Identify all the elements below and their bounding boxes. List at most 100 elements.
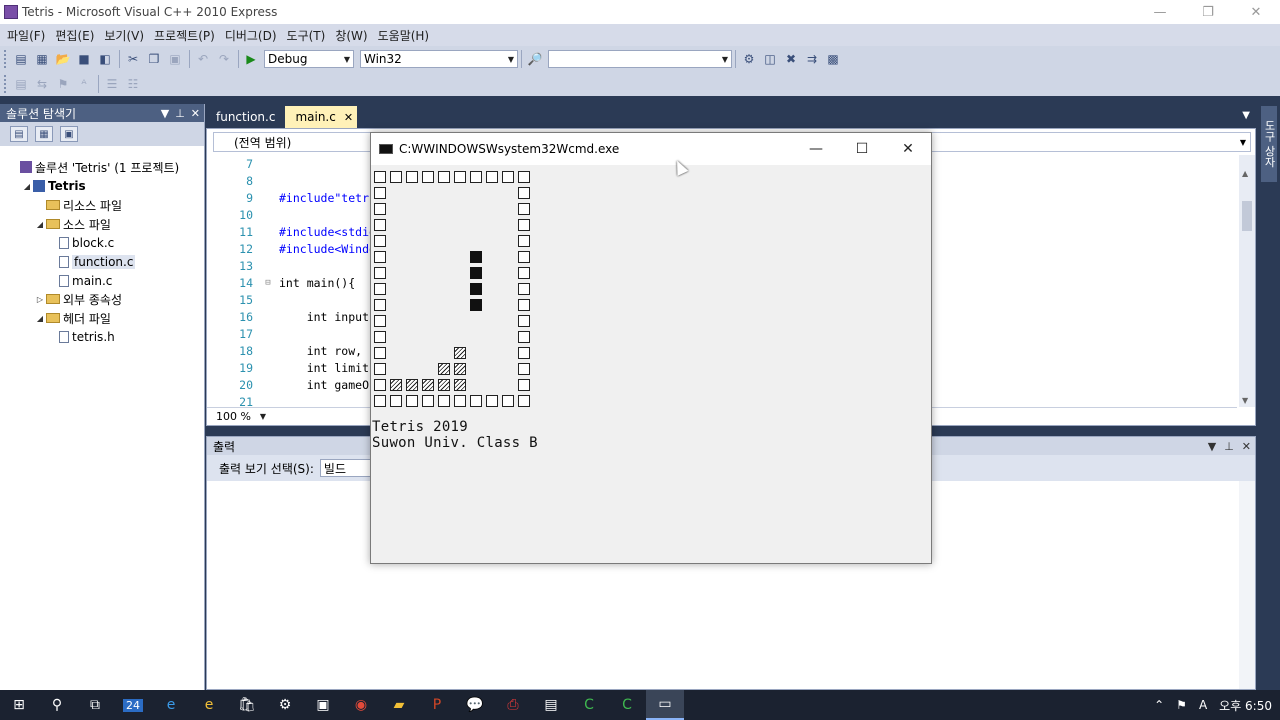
console-maximize-button[interactable]: ☐ — [839, 133, 885, 165]
find-combo[interactable]: ▼ — [548, 50, 732, 68]
pdf-reader-icon[interactable]: ⎙ — [494, 690, 532, 720]
expander-icon[interactable]: ◢ — [34, 314, 46, 323]
network-icon[interactable]: ⚑ — [1176, 698, 1187, 712]
menu-view[interactable]: 보기(V) — [99, 27, 149, 44]
search-icon[interactable]: ⚲ — [38, 690, 76, 720]
quick-info-icon[interactable]: ⚑ — [53, 75, 73, 93]
code-line[interactable]: 14 ⊟ int main(){ — [207, 274, 355, 291]
code-line[interactable]: 13 — [207, 257, 279, 274]
console-output[interactable]: Tetris 2019 Suwon Univ. Class B — [371, 165, 931, 563]
paste-icon[interactable]: ▣ — [165, 50, 185, 68]
tab-main-c[interactable]: main.c ✕ — [285, 106, 358, 128]
chrome-icon[interactable]: ◉ — [342, 690, 380, 720]
tree-item-solution[interactable]: 솔루션 'Tetris' (1 프로젝트) — [8, 158, 179, 176]
restore-button[interactable]: ❐ — [1184, 0, 1232, 24]
tree-item-file[interactable]: block.c — [47, 234, 114, 252]
task-view-icon[interactable]: ⧉ — [76, 690, 114, 720]
solution-explorer-icon[interactable]: ⚙ — [739, 50, 759, 68]
tree-item-project[interactable]: ◢ Tetris — [21, 177, 86, 195]
scroll-down-icon[interactable]: ▼ — [1242, 396, 1248, 405]
tree-item-file[interactable]: function.c — [47, 253, 136, 271]
console-close-button[interactable]: ✕ — [885, 133, 931, 165]
solution-platform-select[interactable]: Win32 ▼ — [360, 50, 518, 68]
menu-project[interactable]: 프로젝트(P) — [149, 27, 220, 44]
code-line[interactable]: 18 int row, c — [207, 342, 376, 359]
tab-function-c[interactable]: function.c — [206, 106, 285, 128]
menu-edit[interactable]: 편집(E) — [50, 27, 99, 44]
close-button[interactable]: ✕ — [1232, 0, 1280, 24]
save-all-icon[interactable]: ◧ — [95, 50, 115, 68]
code-line[interactable]: 7 — [207, 155, 279, 172]
code-line[interactable]: 17 — [207, 325, 279, 342]
find-in-files-icon[interactable]: 🔎 — [525, 50, 545, 68]
code-line[interactable]: 20 int gameO — [207, 376, 369, 393]
code-app-icon[interactable]: C — [570, 690, 608, 720]
zoom-select[interactable]: 100 % ▼ — [213, 409, 269, 424]
refresh-icon[interactable]: ▣ — [60, 126, 78, 142]
console-window[interactable]: C:WWINDOWSWsystem32Wcmd.exe — ☐ ✕ Tetris… — [370, 132, 932, 564]
scroll-up-icon[interactable]: ▲ — [1242, 169, 1248, 178]
tree-item-file[interactable]: tetris.h — [47, 328, 115, 346]
expander-icon[interactable]: ◢ — [34, 220, 46, 229]
menu-window[interactable]: 창(W) — [330, 27, 372, 44]
output-vertical-scrollbar[interactable] — [1239, 481, 1255, 689]
expander-icon[interactable]: ▷ — [34, 295, 46, 304]
store-icon[interactable]: 🛍 — [228, 690, 266, 720]
tree-item-folder[interactable]: ◢ 소스 파일 — [34, 215, 111, 233]
copy-icon[interactable]: ❐ — [144, 50, 164, 68]
menu-tools[interactable]: 도구(T) — [282, 27, 331, 44]
toolbar-grip[interactable] — [4, 50, 7, 68]
scroll-thumb[interactable] — [1242, 201, 1252, 231]
complete-word-icon[interactable]: ᴬ — [74, 75, 94, 93]
toolbox-icon[interactable]: ✖ — [781, 50, 801, 68]
code-line[interactable]: 16 int input — [207, 308, 369, 325]
code-line[interactable]: 8 — [207, 172, 279, 189]
code-line[interactable]: 15 — [207, 291, 279, 308]
tree-item-folder[interactable]: 리소스 파일 — [34, 196, 122, 214]
pin-icon[interactable]: ⊥ — [175, 107, 185, 120]
pane-menu-icon[interactable]: ▼ — [161, 107, 169, 120]
code-line[interactable]: 9 #include"tetr — [207, 189, 369, 206]
code-app-icon-2[interactable]: C — [608, 690, 646, 720]
show-all-files-icon[interactable]: ▦ — [35, 126, 53, 142]
expander-icon[interactable]: ◢ — [21, 182, 33, 191]
menu-debug[interactable]: 디버그(D) — [220, 27, 282, 44]
code-line[interactable]: 11 #include<stdio — [207, 223, 376, 240]
pane-menu-icon[interactable]: ▼ — [1208, 440, 1216, 453]
uncomment-icon[interactable]: ☷ — [123, 75, 143, 93]
code-line[interactable]: 19 int limit — [207, 359, 369, 376]
ie-browser-icon[interactable]: e — [190, 690, 228, 720]
menu-file[interactable]: 파일(F) — [2, 27, 50, 44]
tree-item-file[interactable]: main.c — [47, 272, 112, 290]
editor-vertical-scrollbar[interactable]: ▲ ▼ — [1239, 155, 1255, 407]
powerpoint-icon[interactable]: P — [418, 690, 456, 720]
console-minimize-button[interactable]: — — [793, 133, 839, 165]
edge-browser-icon[interactable]: e — [152, 690, 190, 720]
menu-help[interactable]: 도움말(H) — [373, 27, 435, 44]
close-icon[interactable]: ✕ — [191, 107, 200, 120]
class-view-icon[interactable]: ▩ — [823, 50, 843, 68]
code-line[interactable]: 12 #include<Windo — [207, 240, 376, 257]
member-list-icon[interactable]: ▤ — [11, 75, 31, 93]
pin-icon[interactable]: ⊥ — [1224, 440, 1234, 453]
ime-indicator[interactable]: A — [1199, 698, 1207, 712]
tree-item-folder[interactable]: ▷ 외부 종속성 — [34, 290, 122, 308]
parameter-info-icon[interactable]: ⇆ — [32, 75, 52, 93]
properties-icon[interactable]: ▤ — [10, 126, 28, 142]
undo-icon[interactable]: ↶ — [193, 50, 213, 68]
console-title-bar[interactable]: C:WWINDOWSWsystem32Wcmd.exe — ☐ ✕ — [371, 133, 931, 165]
comment-out-icon[interactable]: ☰ — [102, 75, 122, 93]
code-line[interactable]: 21 — [207, 393, 279, 408]
save-icon[interactable]: ■ — [74, 50, 94, 68]
close-icon[interactable]: ✕ — [1242, 440, 1251, 453]
tray-chevron-up-icon[interactable]: ⌃ — [1154, 698, 1164, 712]
windows-start-icon[interactable]: ⊞ — [0, 690, 38, 720]
cmd-taskbar-icon[interactable]: ▭ — [646, 690, 684, 720]
tab-dropdown-icon[interactable]: ▼ — [1242, 110, 1250, 121]
properties-icon[interactable]: ◫ — [760, 50, 780, 68]
file-explorer-icon[interactable]: ▰ — [380, 690, 418, 720]
calendar-app-icon[interactable]: 24 — [114, 690, 152, 720]
start-debugging-icon[interactable]: ▶ — [242, 52, 260, 66]
code-line[interactable]: 10 — [207, 206, 279, 223]
redo-icon[interactable]: ↷ — [214, 50, 234, 68]
